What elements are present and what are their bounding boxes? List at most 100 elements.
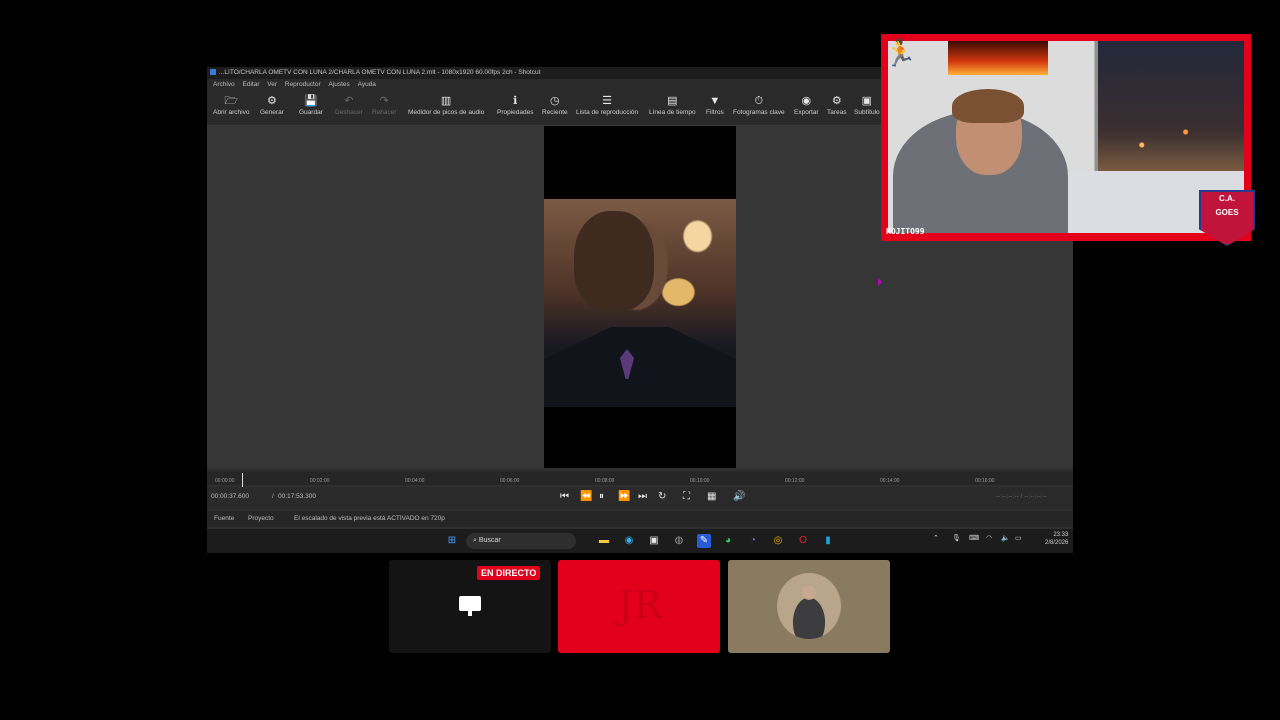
save-label: Guardar [299,109,323,116]
undo-icon: ↶ [344,95,354,107]
store-icon[interactable]: ▣ [647,534,661,548]
menu-ayuda[interactable]: Ayuda [358,81,376,88]
save-icon: 💾 [304,95,318,107]
properties-label: Propiedades [497,109,534,116]
taskbar-clock[interactable]: 23:33 2/8/2026 [1045,531,1068,547]
current-timecode[interactable]: 00:00:37.600 [211,493,249,500]
folder-open-icon: 🗁 [224,95,239,107]
keyframes-button[interactable]: ⏱ Fotogramas clave [733,93,785,116]
subtitle-label: Subtítulo [854,109,880,116]
transport-bar: 00:00:37.600 / 00:17:53.300 ⏮ ⏪ ⏸ ⏩ ⏭ ↻ … [207,487,1073,509]
channel-logo: JR [618,583,662,627]
undo-label: Deshacer [335,109,363,116]
skip-start-icon[interactable]: ⏮ [560,491,569,502]
tab-source[interactable]: Fuente [214,511,234,527]
generate-label: Generar [260,109,284,116]
clock-date: 2/8/2026 [1045,540,1069,546]
shotcut-taskbar-icon[interactable]: ▮ [821,534,835,548]
filters-label: Filtros [706,109,724,116]
audio-meter-icon: ▥ [440,95,452,107]
export-label: Exportar [794,109,819,116]
ruler-tick: 00:12:00 [785,478,805,484]
opera-icon[interactable]: O [796,534,810,548]
search-icon: ⌕ [473,537,477,544]
app-icon[interactable]: ✎ [697,534,711,548]
zoom-icon[interactable]: ⛶ [683,491,690,502]
generate-button[interactable]: ⚙ Generar [260,93,284,116]
volume-icon[interactable]: 🔊 [733,491,745,502]
edge-icon[interactable]: ◉ [622,534,636,548]
subtitle-button[interactable]: ▣ Subtítulo [854,93,880,116]
avatar [777,573,841,639]
export-button[interactable]: ◉ Exportar [794,93,819,116]
windows-taskbar: ⊞ ⌕ Buscar ▬ ◉ ▣ ◍ ✎ ◕ ◔ ◎ O ▮ ⌃ 🎙 ⌨ ◠ 🔈… [207,529,1073,553]
keyframes-label: Fotogramas clave [733,109,785,116]
duration-timecode: 00:17:53.300 [278,493,316,500]
redo-button[interactable]: ↷ Rehacer [372,93,397,116]
tray-chevron-icon[interactable]: ⌃ [933,534,939,542]
timecode-separator: / [272,493,274,500]
open-file-label: Abrir archivo [213,109,250,116]
keyboard-icon[interactable]: ⌨ [969,534,979,542]
in-out-timecode: --:--:--:-- / --:--:--:-- [996,493,1047,500]
badge-bottom-text: GOES [1215,208,1239,217]
taskbar-search[interactable]: ⌕ Buscar [466,533,576,549]
search-label: Buscar [478,537,501,544]
jobs-button[interactable]: ⚙ Tareas [827,93,847,116]
pause-icon[interactable]: ⏸ [599,491,604,502]
video-frame [544,126,736,468]
playlist-label: Lista de reproducción [576,109,639,116]
menu-archivo[interactable]: Archivo [213,81,235,88]
windows-start-icon[interactable]: ⊞ [445,534,459,548]
skip-end-icon[interactable]: ⏭ [638,491,647,502]
menu-ver[interactable]: Ver [267,81,277,88]
whatsapp-icon[interactable]: ◕ [721,534,735,548]
loop-icon[interactable]: ↻ [658,491,666,502]
ruler-tick: 00:16:00 [975,478,995,484]
properties-button[interactable]: ℹ Propiedades [497,93,534,116]
webcam-overlay: ROJITO99 [881,34,1251,241]
ruler-tick: 00:10:00 [690,478,710,484]
open-file-button[interactable]: 🗁 Abrir archivo [213,93,249,116]
rewind-icon[interactable]: ⏪ [580,491,592,502]
menu-ajustes[interactable]: Ajustes [328,81,349,88]
speaker-icon[interactable]: 🔈 [1001,534,1010,542]
jobs-label: Tareas [827,109,847,116]
recent-button[interactable]: ◷ Reciente [542,93,568,116]
playlist-button[interactable]: ☰ Lista de reproducción [576,93,638,116]
video-subject-suit [544,327,736,407]
menu-reproductor[interactable]: Reproductor [285,81,321,88]
microphone-icon[interactable]: 🎙 [952,534,961,542]
recent-label: Reciente [542,109,568,116]
audio-meter-button[interactable]: ▥ Medidor de picos de audio [408,93,484,116]
mouse-cursor [878,278,882,286]
webcam-feed [888,41,1244,233]
wifi-icon[interactable]: ◠ [986,534,992,542]
menu-editar[interactable]: Editar [243,81,260,88]
badge-top-text: C.A. [1219,194,1235,203]
filter-icon: ▼ [709,95,721,107]
timeline-ruler[interactable]: 00:00:00 00:02:00 00:04:00 00:06:00 00:0… [207,471,1073,489]
obs-icon[interactable]: ◍ [672,534,686,548]
file-explorer-icon[interactable]: ▬ [597,534,611,548]
grid-icon[interactable]: ▦ [707,491,716,502]
fast-forward-icon[interactable]: ⏩ [618,491,630,502]
audio-meter-label: Medidor de picos de audio [408,109,485,116]
screen-share-stand [468,611,472,616]
battery-icon[interactable]: ▭ [1015,534,1022,542]
ruler-tick: 00:08:00 [595,478,615,484]
discord-icon[interactable]: ◔ [746,534,760,548]
ruler-tick: 00:14:00 [880,478,900,484]
chrome-icon[interactable]: ◎ [771,534,785,548]
undo-button[interactable]: ↶ Deshacer [335,93,363,116]
save-button[interactable]: 💾 Guardar [299,93,323,116]
timeline-button[interactable]: ▤ Línea de tiempo [649,93,696,116]
video-content [544,199,736,407]
streamer-name: ROJITO99 [886,227,925,236]
filters-button[interactable]: ▼ Filtros [706,93,724,116]
ruler-tick: 00:00:00 [215,478,235,484]
generate-icon: ⚙ [266,95,277,107]
window-title: ...LITO/CHARLA OMETV CON LUNA 2/CHARLA O… [219,69,541,76]
shotcut-logo-icon [210,69,216,76]
tab-project[interactable]: Proyecto [248,511,274,527]
